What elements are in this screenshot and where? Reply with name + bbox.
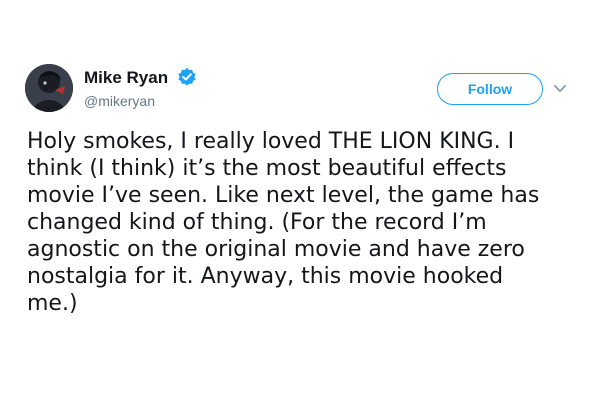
tweet-text-line: agnostic on the original movie and have …: [27, 237, 525, 262]
tweet-text-line: nostalgia for it. Anyway, this movie hoo…: [27, 264, 504, 289]
tweet-text-line: Holy smokes, I really loved THE LION KIN…: [27, 129, 515, 154]
chevron-down-icon[interactable]: [553, 84, 567, 94]
tweet-text: Holy smokes, I really loved THE LION KIN…: [27, 128, 587, 317]
tweet-card: Mike Ryan @mikeryan Follow Holy smokes, …: [0, 0, 600, 400]
verified-badge-icon: [178, 68, 196, 86]
author-handle[interactable]: @mikeryan: [84, 93, 155, 109]
follow-button[interactable]: Follow: [437, 73, 543, 105]
user-avatar[interactable]: [25, 64, 73, 112]
tweet-text-line: changed kind of thing. (For the record I…: [27, 210, 487, 235]
author-display-name[interactable]: Mike Ryan: [84, 68, 168, 88]
tweet-text-line: think (I think) it’s the most beautiful …: [27, 156, 507, 181]
tweet-text-line: movie I’ve seen. Like next level, the ga…: [27, 183, 540, 208]
avatar-image: [25, 64, 73, 112]
tweet-text-line: me.): [27, 291, 78, 316]
